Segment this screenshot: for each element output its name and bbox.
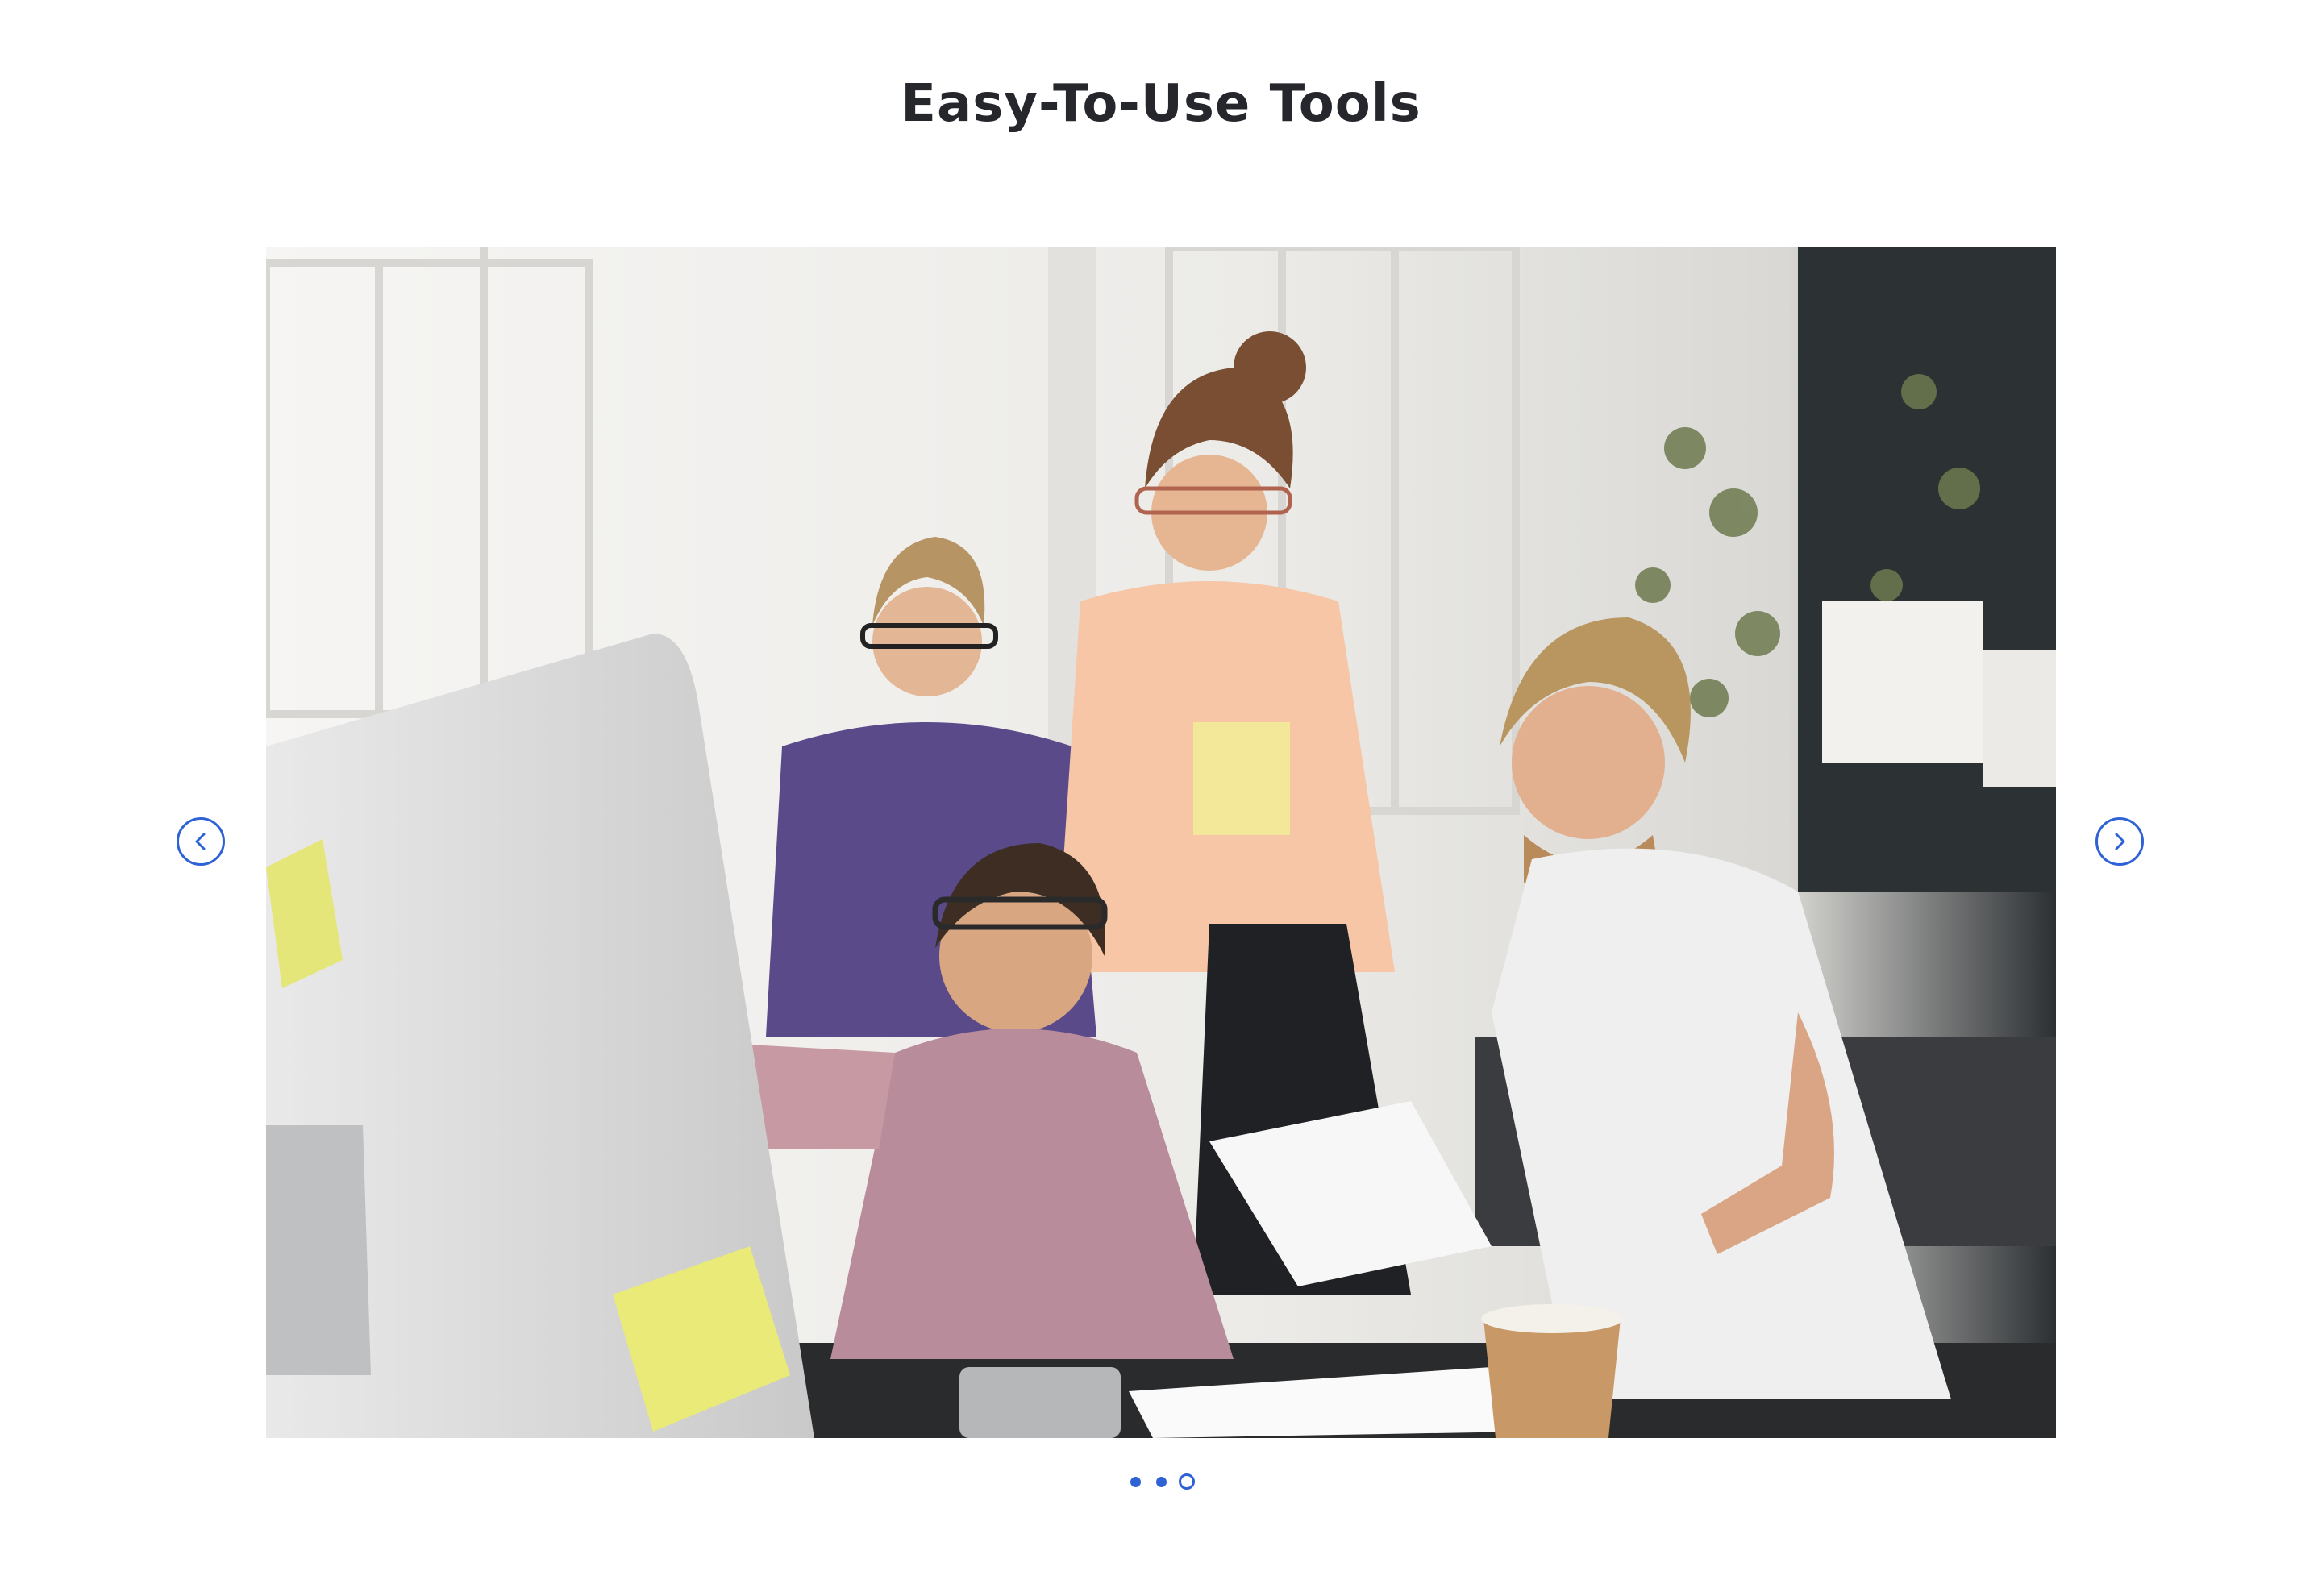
slider-dot-1[interactable] <box>1130 1477 1141 1487</box>
slide-image <box>266 247 2056 1438</box>
chevron-right-icon <box>2115 833 2125 850</box>
slider-dot-3-active[interactable] <box>1179 1473 1195 1490</box>
slider-dot-2[interactable] <box>1156 1477 1167 1487</box>
slider-prev-button[interactable] <box>177 817 225 866</box>
section-title: Easy-To-Use Tools <box>901 74 1421 134</box>
slider-next-button[interactable] <box>2095 817 2144 866</box>
chevron-left-icon <box>195 833 206 850</box>
page: Easy-To-Use Tools <box>0 0 2322 1596</box>
slider-pagination <box>1128 1472 1201 1491</box>
office-photo-illustration <box>266 247 2056 1438</box>
